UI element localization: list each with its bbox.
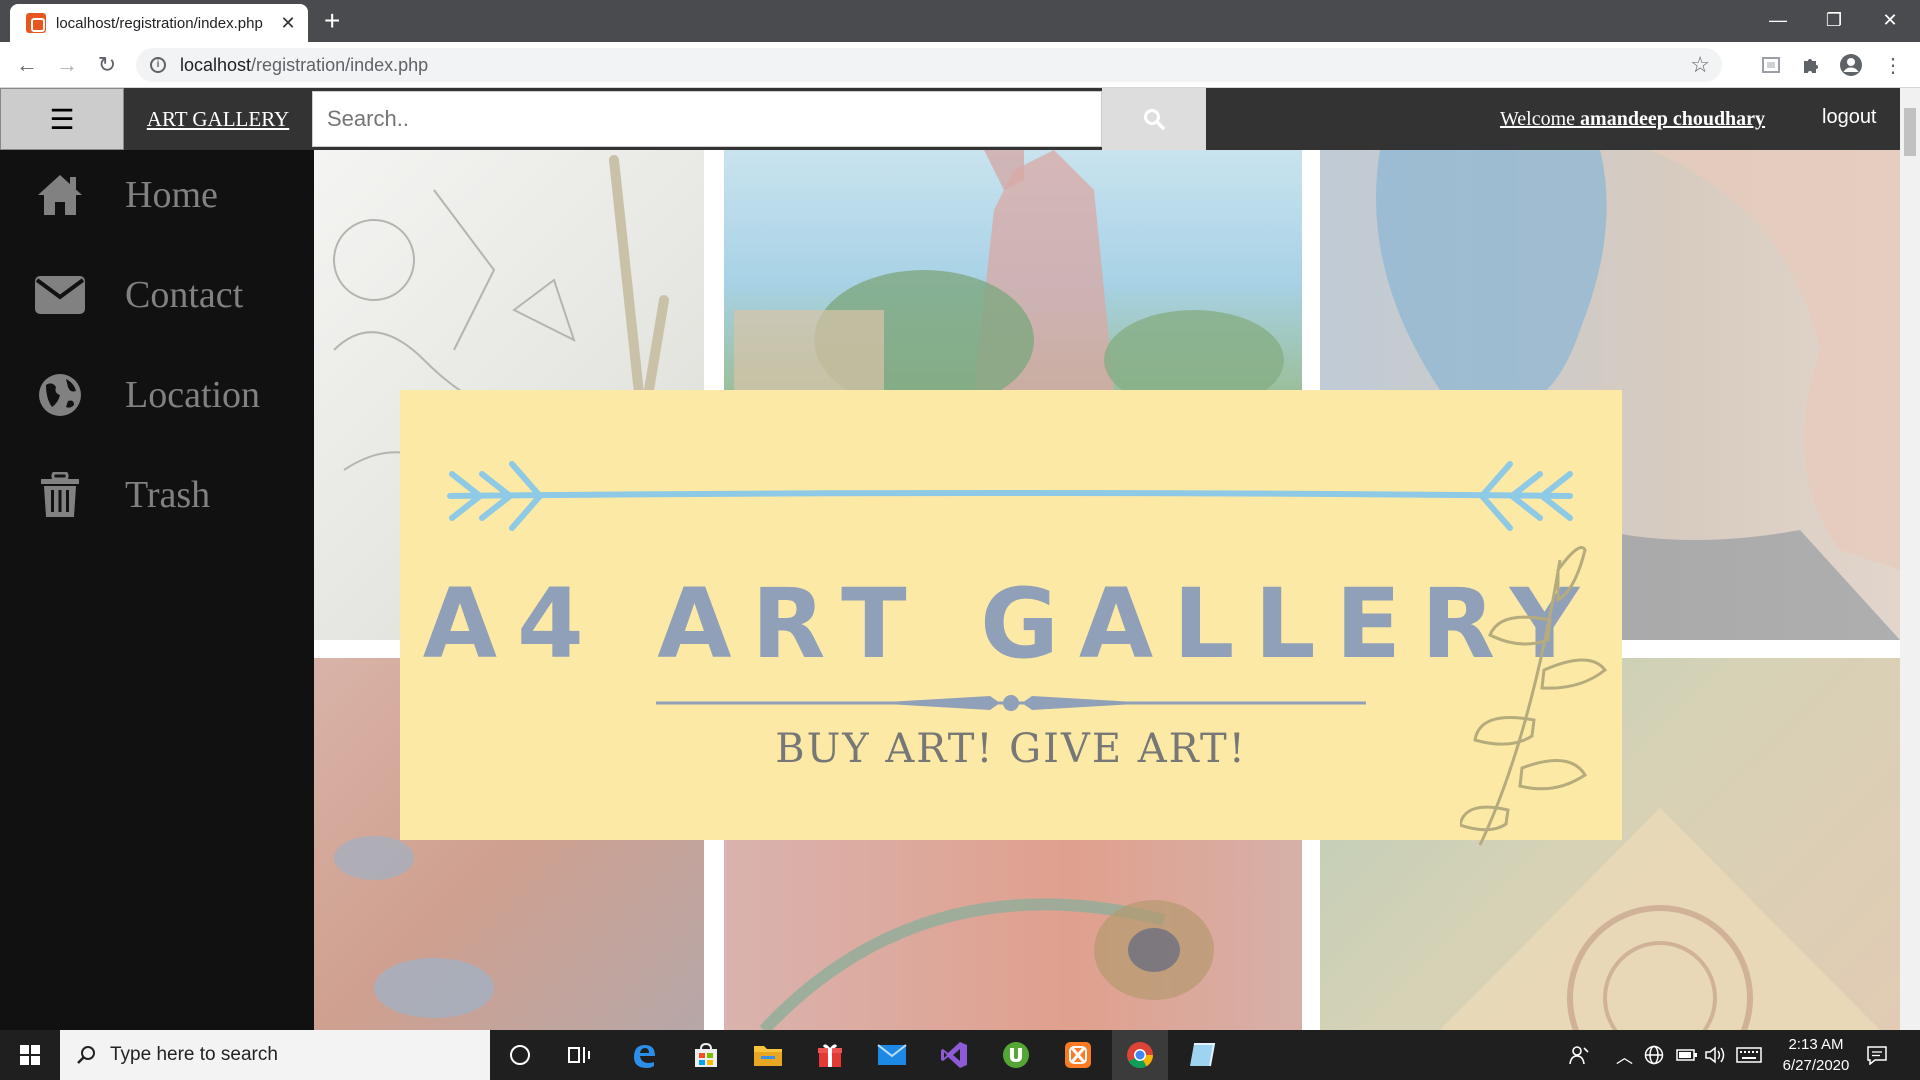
divider-ornament-icon xyxy=(656,695,1366,711)
web-page: ☰ ART GALLERY Welcome amandeep choudhary… xyxy=(0,88,1920,1030)
windows-logo-icon xyxy=(20,1045,40,1065)
extension-reader-icon[interactable] xyxy=(1758,52,1784,78)
back-icon[interactable]: ← xyxy=(12,50,42,80)
top-navbar: ☰ ART GALLERY Welcome amandeep choudhary… xyxy=(0,88,1900,150)
sidebar: Home Contact Location Trash xyxy=(0,150,314,1030)
search-input[interactable] xyxy=(312,91,1102,147)
leaf-branch-icon xyxy=(1460,546,1608,846)
browser-titlebar: localhost/registration/index.php ✕ + — ❐… xyxy=(0,0,1920,42)
gallery-banner: A4 ART GALLERY BUY ART! GIVE ART! xyxy=(400,390,1622,846)
xampp-favicon-icon xyxy=(26,13,46,33)
peacock-feather-image xyxy=(724,840,1302,1030)
temple-photo-image xyxy=(724,150,1302,410)
reload-icon[interactable]: ↻ xyxy=(92,50,122,80)
xampp-icon[interactable] xyxy=(1050,1030,1106,1080)
welcome-user-link[interactable]: Welcome amandeep choudhary xyxy=(1500,108,1765,131)
search-button[interactable] xyxy=(1102,88,1206,150)
show-hidden-icons-icon[interactable]: ︿ xyxy=(1616,1030,1633,1080)
people-icon[interactable] xyxy=(1568,1030,1590,1080)
globe-icon xyxy=(10,373,110,417)
sidebar-item-home[interactable]: Home xyxy=(0,150,314,240)
forward-icon[interactable]: → xyxy=(52,50,82,80)
browser-toolbar: ← → ↻ i localhost/registration/index.php… xyxy=(0,42,1920,88)
extensions-puzzle-icon[interactable] xyxy=(1798,52,1824,78)
volume-icon[interactable] xyxy=(1704,1030,1726,1080)
banner-title: A4 ART GALLERY xyxy=(422,568,1600,680)
edge-browser-icon[interactable] xyxy=(616,1030,672,1080)
minimize-icon[interactable]: — xyxy=(1750,0,1806,40)
page-scrollbar[interactable] xyxy=(1900,88,1920,1030)
banner-subtitle: BUY ART! GIVE ART! xyxy=(775,726,1247,772)
new-tab-button[interactable]: + xyxy=(324,6,340,36)
visual-studio-icon[interactable] xyxy=(926,1030,982,1080)
battery-icon[interactable] xyxy=(1676,1030,1698,1080)
site-info-icon[interactable]: i xyxy=(150,57,166,73)
brand-link[interactable]: ART GALLERY xyxy=(128,88,308,150)
cortana-icon[interactable] xyxy=(492,1030,548,1080)
url-text[interactable]: localhost/registration/index.php xyxy=(180,55,428,76)
logout-link[interactable]: logout xyxy=(1822,106,1877,129)
scrollbar-thumb[interactable] xyxy=(1904,108,1916,156)
system-clock[interactable]: 2:13 AM 6/27/2020 xyxy=(1766,1034,1866,1076)
menu-toggle-button[interactable]: ☰ xyxy=(0,88,124,150)
keyboard-icon[interactable] xyxy=(1736,1030,1762,1080)
taskbar-search-box[interactable]: Type here to search xyxy=(60,1030,490,1080)
search-icon xyxy=(1144,109,1165,130)
hero-section: A4 ART GALLERY BUY ART! GIVE ART! xyxy=(314,150,1900,1030)
network-globe-icon[interactable] xyxy=(1644,1030,1664,1080)
file-explorer-icon[interactable] xyxy=(740,1030,796,1080)
sidebar-item-contact[interactable]: Contact xyxy=(0,250,314,340)
browser-tab[interactable]: localhost/registration/index.php ✕ xyxy=(10,4,308,42)
browser-menu-icon[interactable]: ⋮ xyxy=(1880,52,1906,78)
envelope-icon xyxy=(10,275,110,315)
arrow-decoration-icon xyxy=(447,461,1573,531)
utorrent-icon[interactable] xyxy=(988,1030,1044,1080)
gift-app-icon[interactable] xyxy=(802,1030,858,1080)
windows-taskbar: Type here to search ︿ 2:13 AM 6/27/2020 xyxy=(0,1030,1920,1080)
search-icon xyxy=(77,1046,95,1064)
home-icon xyxy=(10,173,110,217)
mail-icon[interactable] xyxy=(864,1030,920,1080)
tab-close-icon[interactable]: ✕ xyxy=(278,13,298,34)
tab-title: localhost/registration/index.php xyxy=(56,14,263,32)
close-window-icon[interactable]: ✕ xyxy=(1862,0,1918,40)
address-bar[interactable]: i localhost/registration/index.php ☆ xyxy=(136,48,1722,82)
notifications-icon[interactable] xyxy=(1866,1030,1888,1080)
bookmark-star-icon[interactable]: ☆ xyxy=(1690,52,1710,78)
microsoft-store-icon[interactable] xyxy=(678,1030,734,1080)
chrome-icon[interactable] xyxy=(1112,1030,1168,1080)
start-button[interactable] xyxy=(0,1030,60,1080)
trash-icon xyxy=(10,472,110,518)
profile-avatar-icon[interactable] xyxy=(1838,52,1864,78)
snip-tool-icon[interactable] xyxy=(1174,1030,1230,1080)
task-view-icon[interactable] xyxy=(552,1030,608,1080)
restore-icon[interactable]: ❐ xyxy=(1806,0,1862,40)
sidebar-item-location[interactable]: Location xyxy=(0,350,314,440)
sidebar-item-trash[interactable]: Trash xyxy=(0,450,314,540)
